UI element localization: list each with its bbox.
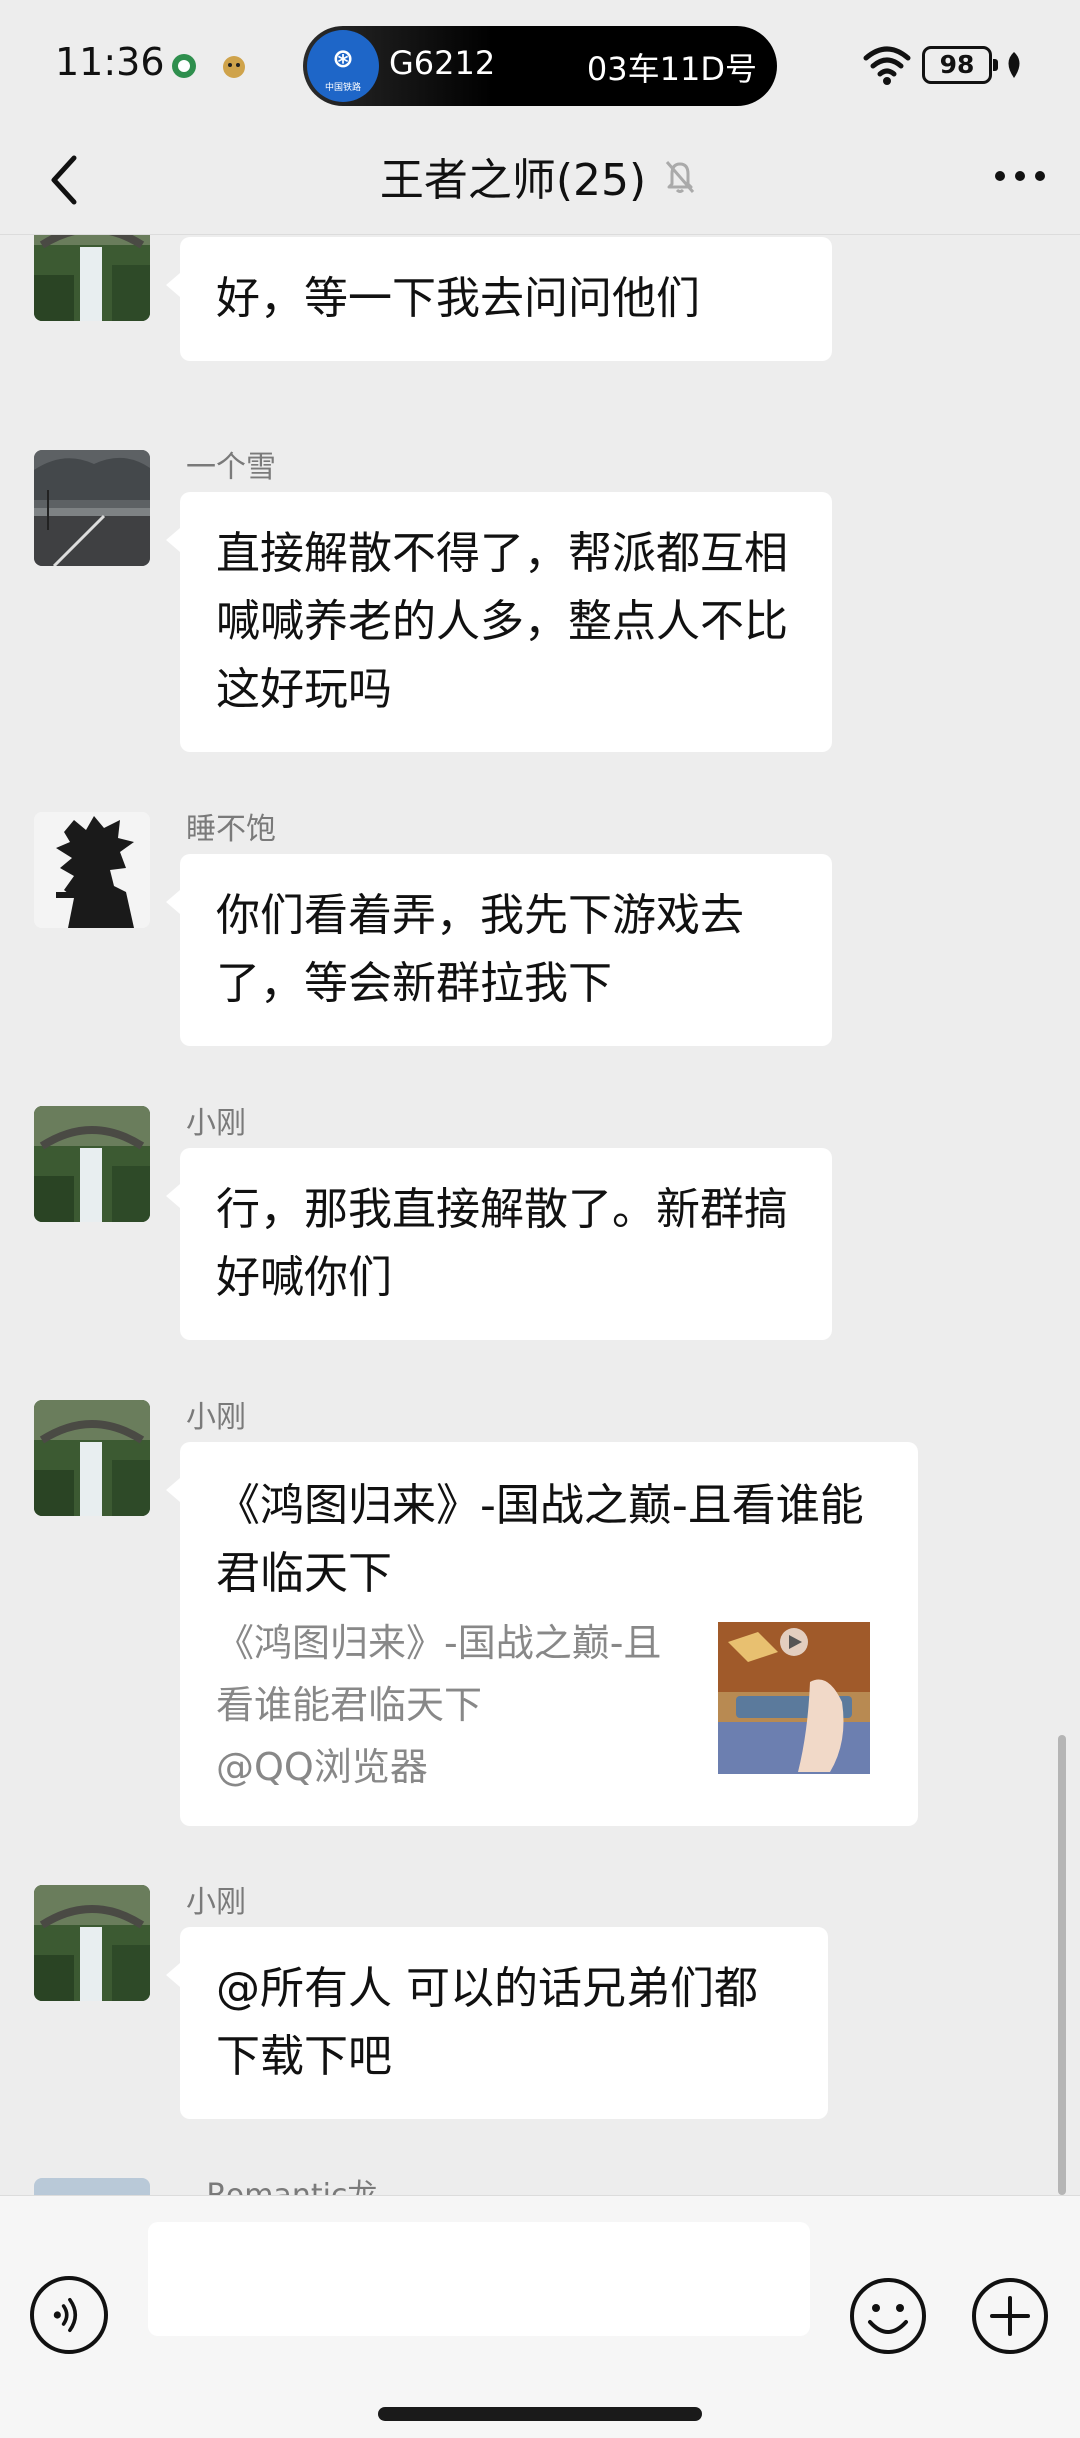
avatar-waterfall[interactable]: [34, 1106, 150, 1222]
voice-input-icon[interactable]: [30, 2276, 108, 2354]
more-options-icon[interactable]: [990, 156, 1050, 196]
message-bubble[interactable]: 行，那我直接解散了。新群搞好喊你们: [166, 1148, 832, 1340]
message-bubble[interactable]: 好，等一下我去问问他们: [166, 237, 832, 361]
emoji-icon[interactable]: [848, 2276, 928, 2356]
link-title: 《鸿图归来》-国战之巅-且看谁能君临天下: [216, 1480, 864, 1599]
message-bubble[interactable]: @所有人 可以的话兄弟们都下载下吧: [166, 1927, 828, 2119]
add-attachment-icon[interactable]: [970, 2276, 1050, 2356]
sender-name: - Romantic龙: [186, 2170, 377, 2195]
avatar-partial[interactable]: [34, 2178, 150, 2195]
sender-name: 一个雪: [186, 450, 276, 485]
group-title: 王者之师(25): [379, 155, 647, 206]
chat-message-list[interactable]: 小刚 好，等一下我去问问他们 一个雪 直接解散不得了，帮派都互相喊喊养老的人多，…: [0, 235, 1080, 2195]
status-bar: 11:36 ⊛ 中国铁路 G6212 03车11D号 98: [0, 0, 1080, 130]
avatar-waterfall[interactable]: [34, 235, 150, 321]
avatar-waterfall[interactable]: [34, 1885, 150, 2001]
avatar-road[interactable]: [34, 450, 150, 566]
china-railway-logo: ⊛ 中国铁路: [307, 30, 379, 102]
home-indicator[interactable]: [378, 2407, 702, 2421]
train-number: G6212: [389, 44, 496, 82]
avatar-waterfall[interactable]: [34, 1400, 150, 1516]
link-description: 《鸿图归来》-国战之巅-且看谁能君临天下 @QQ浏览器: [216, 1612, 686, 1798]
sender-name: 小刚: [186, 1106, 246, 1141]
scrollbar[interactable]: [1058, 1735, 1066, 2195]
train-trip-pill[interactable]: ⊛ 中国铁路 G6212 03车11D号: [303, 26, 777, 106]
notification-app-icon: [172, 54, 196, 78]
link-thumbnail: [718, 1622, 870, 1774]
sender-name: 小刚: [186, 1400, 246, 1435]
chat-header: 王者之师(25): [0, 130, 1080, 235]
message-input[interactable]: [148, 2222, 810, 2336]
input-bar: [0, 2195, 1080, 2438]
shared-link-card[interactable]: 《鸿图归来》-国战之巅-且看谁能君临天下 《鸿图归来》-国战之巅-且看谁能君临天…: [166, 1442, 918, 1826]
battery-saver-leaf-icon: [1008, 52, 1020, 78]
sender-name: 小刚: [186, 1885, 246, 1920]
battery-indicator: 98: [922, 46, 998, 84]
mute-bell-icon: [666, 161, 695, 193]
message-bubble[interactable]: 你们看着弄，我先下游戏去了，等会新群拉我下: [166, 854, 832, 1046]
sender-name: 睡不饱: [186, 812, 276, 847]
wifi-icon: [863, 46, 911, 85]
link-source: @QQ浏览器: [216, 1745, 428, 1789]
avatar-silhouette[interactable]: [34, 812, 150, 928]
status-time: 11:36: [55, 40, 165, 84]
notification-app-icon: [223, 56, 245, 78]
train-seat: 03车11D号: [586, 50, 757, 88]
message-bubble[interactable]: 直接解散不得了，帮派都互相喊喊养老的人多，整点人不比这好玩吗: [166, 492, 832, 752]
